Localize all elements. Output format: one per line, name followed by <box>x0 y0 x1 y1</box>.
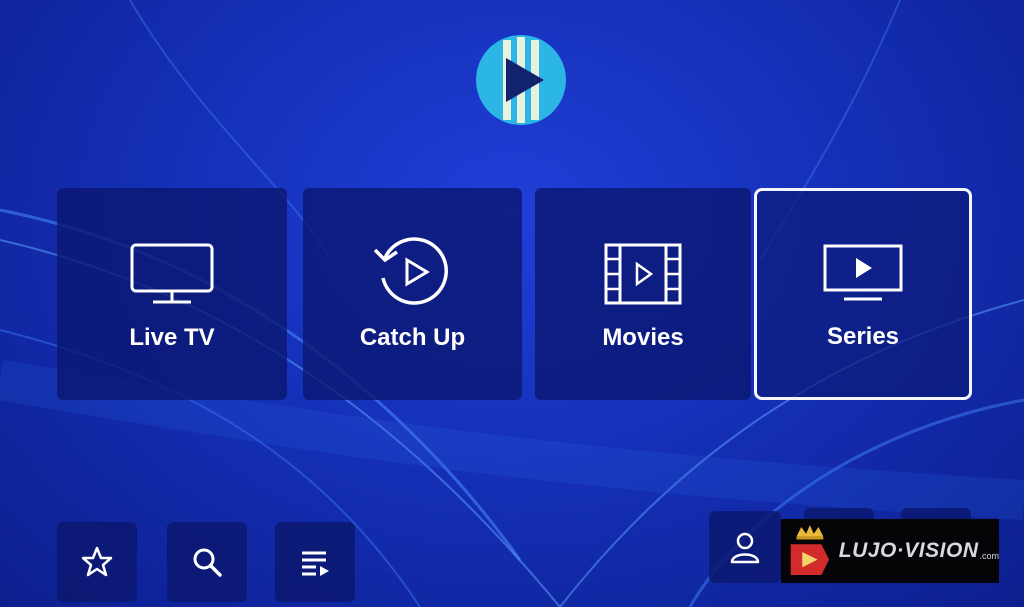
brand-domain: .com <box>979 551 999 561</box>
tile-label: Live TV <box>129 324 215 351</box>
tile-label: Movies <box>602 324 684 351</box>
series-tv-icon <box>823 244 903 301</box>
search-button[interactable] <box>167 522 247 602</box>
tv-icon <box>130 243 214 304</box>
tile-label: Catch Up <box>359 324 466 351</box>
film-icon <box>604 243 682 305</box>
playlist-button[interactable] <box>275 522 355 602</box>
tile-series[interactable]: Series <box>754 188 972 400</box>
crown-play-logo-icon <box>790 525 830 575</box>
favorites-button[interactable] <box>57 522 137 602</box>
history-play-icon <box>373 237 448 305</box>
profile-button[interactable] <box>709 511 781 583</box>
brand-watermark: LUJO·VISION .com <box>781 519 999 583</box>
user-icon <box>730 532 760 564</box>
tile-catch-up[interactable]: Catch Up <box>303 188 522 400</box>
tile-live-tv[interactable]: Live TV <box>57 188 287 400</box>
search-icon <box>193 548 222 577</box>
playlist-icon <box>302 551 329 576</box>
tile-label: Series <box>826 323 900 350</box>
tile-movies[interactable]: Movies <box>535 188 751 400</box>
app-logo-icon <box>476 35 566 125</box>
star-icon <box>81 546 113 577</box>
brand-name: LUJO·VISION <box>838 539 979 562</box>
